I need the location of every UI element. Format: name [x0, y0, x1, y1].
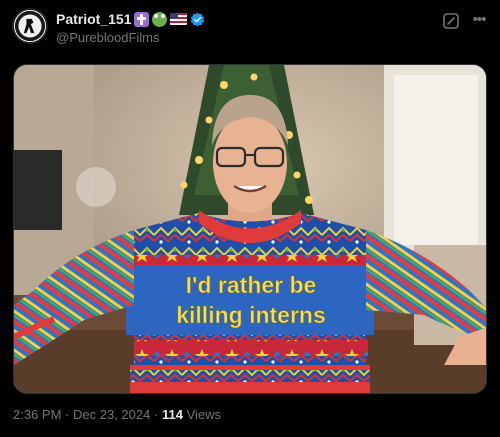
post-header: Patriot_151 @PurebloodFilms ••• [12, 8, 488, 48]
views-count: 114 [161, 407, 183, 422]
separator: · [65, 407, 70, 422]
frog-icon [152, 11, 168, 27]
grok-icon[interactable] [442, 12, 460, 30]
watermark-icon [76, 167, 116, 207]
avatar[interactable] [12, 8, 48, 44]
post-image[interactable]: I'd rather be killing interns [13, 64, 487, 394]
cross-icon [134, 11, 150, 27]
avatar-logo-icon [14, 10, 46, 42]
us-flag-icon [170, 13, 188, 25]
sweater-photo: I'd rather be killing interns [14, 65, 486, 393]
views-label: Views [186, 407, 222, 422]
post-metadata: 2:36 PM · Dec 23, 2024 · 114 Views [13, 407, 221, 422]
more-options-icon[interactable]: ••• [470, 12, 488, 30]
display-name[interactable]: Patriot_151 [56, 11, 131, 27]
verified-badge-icon[interactable] [190, 12, 205, 27]
name-row: Patriot_151 [56, 10, 205, 28]
post-date[interactable]: Dec 23, 2024 [73, 407, 150, 422]
post-time[interactable]: 2:36 PM [13, 407, 61, 422]
sweater-text-line1: I'd rather be [186, 272, 317, 298]
separator: · [153, 407, 159, 422]
user-handle[interactable]: @PurebloodFilms [56, 30, 160, 45]
sweater-text-line2: killing interns [176, 302, 326, 328]
